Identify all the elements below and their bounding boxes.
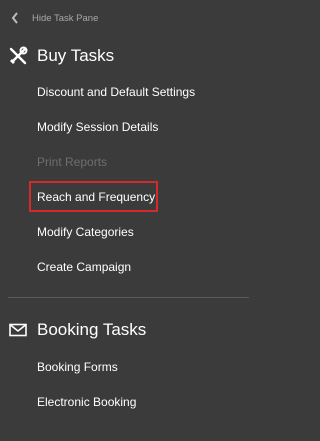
tools-icon bbox=[9, 46, 28, 65]
item-modify-session-details[interactable]: Modify Session Details bbox=[37, 120, 158, 134]
item-booking-forms[interactable]: Booking Forms bbox=[37, 360, 118, 374]
item-reach-and-frequency[interactable]: Reach and Frequency bbox=[37, 190, 155, 204]
buy-tasks-header: Buy Tasks bbox=[8, 44, 114, 68]
item-electronic-booking[interactable]: Electronic Booking bbox=[37, 395, 136, 409]
item-discount-default-settings[interactable]: Discount and Default Settings bbox=[37, 85, 195, 99]
envelope-icon bbox=[9, 323, 27, 337]
item-create-campaign[interactable]: Create Campaign bbox=[37, 260, 131, 274]
buy-tasks-title: Buy Tasks bbox=[37, 46, 115, 65]
booking-tasks-header: Booking Tasks bbox=[8, 318, 146, 342]
section-divider bbox=[8, 297, 249, 298]
chevron-left-icon bbox=[11, 12, 18, 24]
booking-tasks-title: Booking Tasks bbox=[37, 320, 147, 339]
hide-task-pane-button[interactable]: Hide Task Pane bbox=[10, 10, 98, 26]
task-pane: Hide Task Pane Buy Tasks Discount and De… bbox=[0, 0, 249, 441]
item-modify-categories[interactable]: Modify Categories bbox=[37, 225, 134, 239]
item-print-reports: Print Reports bbox=[37, 155, 108, 169]
hide-task-pane-label: Hide Task Pane bbox=[32, 12, 99, 24]
